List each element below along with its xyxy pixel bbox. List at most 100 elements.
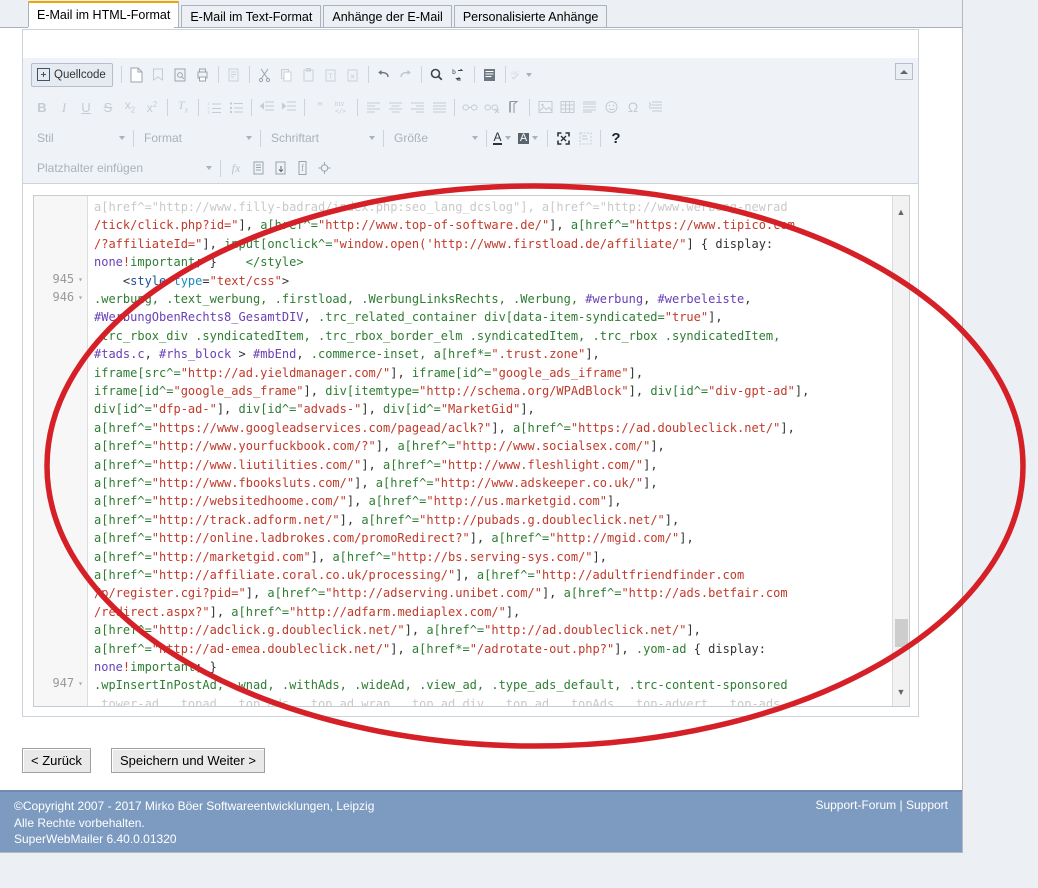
back-button[interactable]: < Zurück [22,748,91,773]
underline-icon[interactable]: U [75,96,97,118]
facebook-icon[interactable]: f [291,157,313,179]
placeholder-dropdown[interactable]: Platzhalter einfügen [31,157,216,179]
document-insert-icon[interactable] [247,157,269,179]
code-token: a[href^= [260,218,318,233]
copy-icon[interactable] [276,64,298,86]
code-fold-arrow-icon[interactable]: ▾ [78,293,83,302]
bold-icon[interactable]: B [31,96,53,118]
email-editor-panel: Quellcode T W ba ABC B I U S x2 x2 Tx 1 … [22,29,919,717]
line-number-947[interactable]: 947 ▾ [34,676,83,690]
templates-icon[interactable] [148,64,170,86]
increase-indent-icon[interactable] [278,96,300,118]
code-token: ], [469,531,492,546]
save-and-next-button[interactable]: Speichern und Weiter > [110,748,265,773]
paste-word-icon[interactable]: W [342,64,364,86]
toolbar-separator [454,98,455,116]
blockquote-icon[interactable]: ” [309,96,331,118]
code-token: ], [216,402,239,417]
special-char-icon[interactable]: Ω [622,96,644,118]
code-fold-arrow-icon[interactable]: ▾ [78,275,83,284]
export-icon[interactable] [269,157,291,179]
remove-format-icon[interactable]: Tx [172,96,194,118]
image-icon[interactable] [534,96,556,118]
replace-icon[interactable]: ba [448,64,470,86]
code-line: a[href^="http://www.yourfuckbook.com/?"]… [94,437,665,455]
style-dropdown[interactable]: Stil [31,127,129,149]
link-icon[interactable] [459,96,481,118]
target-icon[interactable] [313,157,335,179]
undo-icon[interactable] [373,64,395,86]
code-token: ], [643,476,658,490]
select-all-icon[interactable] [479,64,501,86]
code-content[interactable]: a[href^="http://www.filly-badrad/index.p… [88,196,909,706]
line-number-945[interactable]: 945 ▾ [34,272,83,286]
superscript-icon[interactable]: x2 [141,96,163,118]
code-fold-arrow-icon[interactable]: ▾ [78,679,83,688]
text-color-icon[interactable]: A [491,127,513,149]
preview-icon[interactable] [170,64,192,86]
anchor-icon[interactable] [503,96,525,118]
new-page-icon[interactable] [126,64,148,86]
cut-icon[interactable] [254,64,276,86]
justify-icon[interactable] [428,96,450,118]
table-icon[interactable] [556,96,578,118]
italic-icon[interactable]: I [53,96,75,118]
page-break-icon[interactable] [644,96,666,118]
help-icon[interactable]: ? [605,127,627,149]
align-left-icon[interactable] [362,96,384,118]
document-icon[interactable] [223,64,245,86]
background-color-icon[interactable]: A [513,127,543,149]
show-blocks-icon[interactable] [574,127,596,149]
paste-text-icon[interactable]: T [320,64,342,86]
align-center-icon[interactable] [384,96,406,118]
horizontal-rule-icon[interactable] [578,96,600,118]
numbered-list-icon[interactable]: 123 [203,96,225,118]
code-token: "http://online.ladbrokes.com/promoRedire… [151,531,470,546]
application-window: E-Mail im HTML-Format E-Mail im Text-Form… [0,0,963,853]
code-token: .commerce-inset, a[href*= [310,347,492,362]
scroll-down-arrow[interactable]: ▼ [893,684,909,700]
code-token: "http://websitedhoome.com/" [151,494,347,509]
tab-3[interactable]: Personalisierte Anhänge [453,5,608,28]
scrollbar-thumb[interactable] [895,619,908,647]
strikethrough-icon[interactable]: S [97,96,119,118]
code-token: ], [549,218,571,233]
code-token: ], [303,384,326,398]
subscript-icon[interactable]: x2 [119,96,141,118]
code-vertical-scrollbar[interactable]: ▲ ▼ [892,196,909,706]
page-right-gutter [963,0,1038,888]
decrease-indent-icon[interactable] [256,96,278,118]
align-right-icon[interactable] [406,96,428,118]
tab-0[interactable]: E-Mail im HTML-Format [28,1,180,28]
code-token: a[href*= [411,641,470,656]
maximize-icon[interactable] [552,127,574,149]
collapse-toolbar-button[interactable] [895,63,913,80]
code-token: a[href^= [94,623,152,638]
tab-2[interactable]: Anhänge der E-Mail [323,5,452,28]
code-token: type [173,273,203,288]
spellcheck-icon[interactable]: ABC [510,64,532,86]
code-token: iframe[id^= [94,384,174,398]
font-dropdown[interactable]: Schriftart [265,127,379,149]
bulleted-list-icon[interactable] [225,96,247,118]
scroll-up-arrow[interactable]: ▲ [893,204,909,220]
code-token: ".trust.zone" [491,347,586,362]
code-token: iframe[id^= [411,365,492,380]
print-icon[interactable] [192,64,214,86]
redo-icon[interactable] [395,64,417,86]
source-code-editor[interactable]: 945 ▾ 946 ▾ 947 ▾ a[href^="http://www.filly-b… [33,195,910,707]
tab-1[interactable]: E-Mail im Text-Format [181,5,322,28]
line-number-946[interactable]: 946 ▾ [34,290,83,304]
source-code-button[interactable]: Quellcode [31,62,113,87]
smiley-icon[interactable] [600,96,622,118]
unlink-icon[interactable] [481,96,503,118]
div-container-icon[interactable]: DIV </> [331,96,353,118]
paste-icon[interactable] [298,64,320,86]
toolbar-separator [473,66,475,83]
size-dropdown[interactable]: Größe [388,127,482,149]
format-dropdown[interactable]: Format [138,127,256,149]
function-icon[interactable]: fx [225,157,247,179]
support-forum-link[interactable]: Support-Forum [815,798,896,812]
find-icon[interactable] [426,64,448,86]
support-link[interactable]: Support [906,798,948,812]
